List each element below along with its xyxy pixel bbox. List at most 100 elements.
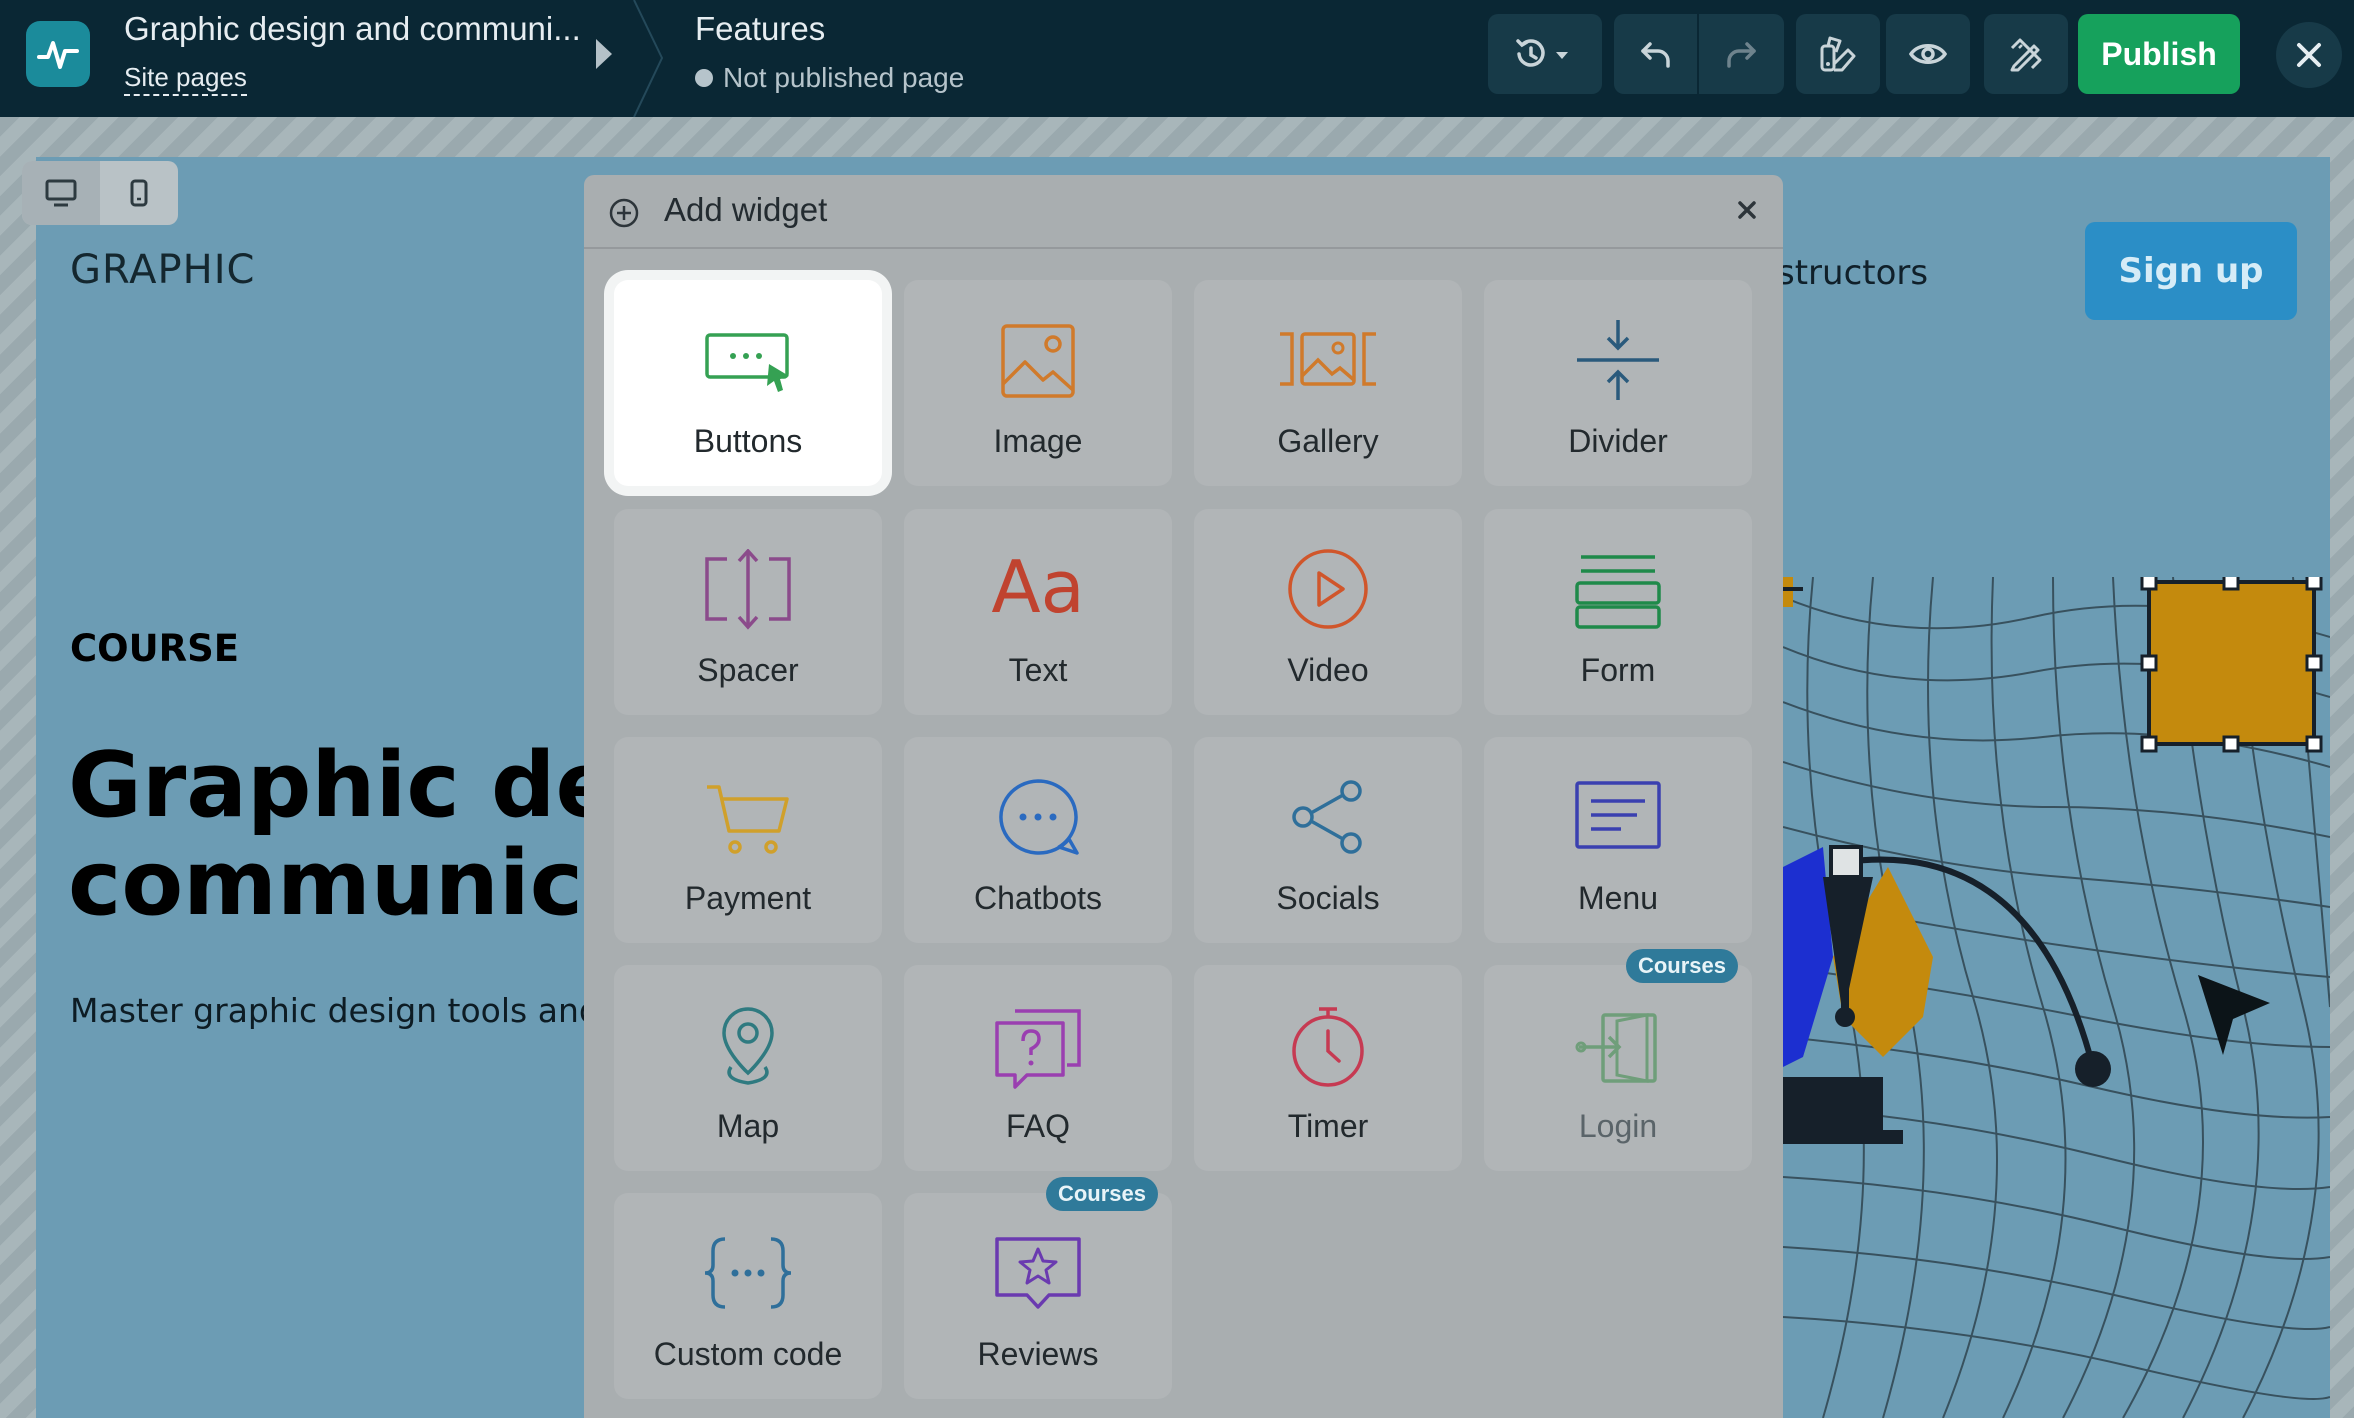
eye-icon <box>1908 44 1948 64</box>
close-panel-icon[interactable] <box>1732 195 1762 225</box>
video-icon <box>1288 549 1368 629</box>
widget-timer[interactable]: Timer <box>1194 965 1462 1171</box>
widget-video[interactable]: Video <box>1194 509 1462 715</box>
add-widget-panel: Add widget Buttons Image Gallery Divider… <box>584 175 1783 1418</box>
selected-square-illustration <box>2140 577 2323 753</box>
widget-payment[interactable]: Payment <box>614 737 882 943</box>
widget-label: Divider <box>1568 423 1668 459</box>
widget-label: Login <box>1578 1108 1658 1144</box>
menu-icon <box>1575 781 1661 849</box>
palette-icon <box>1820 36 1856 72</box>
widget-image[interactable]: Image <box>904 280 1172 486</box>
undo-button[interactable] <box>1615 14 1699 94</box>
widget-label: Chatbots <box>973 880 1103 916</box>
top-bar: Graphic design and communi... Site pages… <box>0 0 2354 117</box>
panel-title: Add widget <box>664 191 828 228</box>
widget-label: Custom code <box>653 1336 843 1372</box>
chat-icon <box>999 779 1079 855</box>
site-pages-link[interactable]: Site pages <box>124 62 247 96</box>
close-icon <box>2297 43 2321 67</box>
stopwatch-icon <box>1292 1007 1364 1087</box>
widget-gallery[interactable]: Gallery <box>1194 280 1462 486</box>
app-logo-icon[interactable] <box>26 21 90 87</box>
widget-label: Socials <box>1276 880 1380 916</box>
page-title: Features <box>695 10 826 47</box>
publish-button[interactable]: Publish <box>2078 14 2240 94</box>
signup-button[interactable]: Sign up <box>2085 222 2297 320</box>
page-status: Not published page <box>695 62 964 94</box>
gallery-icon <box>1280 332 1376 386</box>
cart-icon <box>707 785 789 854</box>
status-dot-icon <box>695 69 713 87</box>
widget-map[interactable]: Map <box>614 965 882 1171</box>
preview-button[interactable] <box>1886 14 1970 94</box>
widget-label: Form <box>1580 652 1656 688</box>
undo-icon <box>1641 42 1670 68</box>
undo-redo-group <box>1614 14 1784 94</box>
panel-header: Add widget <box>584 175 1783 249</box>
page-status-text: Not published page <box>723 62 965 93</box>
widget-custom-code[interactable]: Custom code <box>614 1193 882 1399</box>
add-circle-icon <box>609 198 639 228</box>
widget-socials[interactable]: Socials <box>1194 737 1462 943</box>
widget-divider[interactable]: Divider <box>1484 280 1752 486</box>
widget-label: Reviews <box>977 1336 1099 1372</box>
widget-spacer[interactable]: Spacer <box>614 509 882 715</box>
widget-login[interactable]: Courses Login <box>1484 949 1752 1171</box>
form-icon <box>1575 555 1661 629</box>
courses-badge: Courses <box>1625 949 1738 983</box>
widget-form[interactable]: Form <box>1484 509 1752 715</box>
nav-link-instructors[interactable]: structors <box>1777 253 1928 293</box>
code-braces-icon <box>704 1237 792 1309</box>
desktop-icon <box>45 179 77 207</box>
courses-badge: Courses <box>1045 1177 1158 1211</box>
widget-label: Map <box>716 1108 780 1144</box>
design-tools-button[interactable] <box>1984 14 2068 94</box>
hero-title-line-1: Graphic de <box>68 733 617 838</box>
site-title: Graphic design and communi... <box>124 10 581 47</box>
widget-reviews[interactable]: Courses Reviews <box>904 1177 1172 1399</box>
redo-icon <box>1727 42 1756 68</box>
review-star-icon <box>995 1237 1081 1309</box>
history-icon <box>1516 39 1568 67</box>
hero-title: Graphic de communic <box>68 737 616 933</box>
expand-arrow-icon[interactable] <box>596 39 612 69</box>
pencil-ruler-icon <box>2010 38 2042 72</box>
widget-label: Gallery <box>1277 423 1379 459</box>
widget-label: FAQ <box>1005 1108 1070 1144</box>
share-icon <box>1292 780 1362 854</box>
pen-tool-illustration <box>1783 577 2111 1144</box>
text-icon: Aa <box>991 545 1085 629</box>
close-editor-button[interactable] <box>2276 22 2342 88</box>
widget-buttons[interactable]: Buttons <box>614 280 882 486</box>
login-icon <box>1575 1013 1657 1083</box>
map-pin-icon <box>722 1007 774 1085</box>
mobile-view-button[interactable] <box>100 161 178 225</box>
widget-chatbots[interactable]: Chatbots <box>904 737 1172 943</box>
widget-label: Spacer <box>697 652 799 688</box>
widget-menu[interactable]: Menu <box>1484 737 1752 943</box>
desktop-view-button[interactable] <box>22 161 100 225</box>
hero-title-line-2: communic <box>68 831 584 936</box>
site-brand[interactable]: GRAPHIC <box>70 247 255 293</box>
styles-button[interactable] <box>1796 14 1880 94</box>
widget-text[interactable]: Aa Text <box>904 509 1172 715</box>
widget-label: Buttons <box>693 423 803 459</box>
history-button[interactable] <box>1488 14 1602 94</box>
divider-icon <box>1577 320 1659 400</box>
redo-button[interactable] <box>1699 14 1783 94</box>
hero-illustration <box>1783 577 2330 1418</box>
widget-faq[interactable]: FAQ <box>904 965 1172 1171</box>
spacer-icon <box>705 549 791 630</box>
widget-label: Timer <box>1287 1108 1369 1144</box>
widget-label: Menu <box>1577 880 1659 916</box>
image-icon <box>1001 324 1075 398</box>
faq-icon <box>995 1009 1081 1089</box>
buttons-icon <box>705 333 789 392</box>
widget-label: Image <box>993 423 1083 459</box>
hero-eyebrow: COURSE <box>70 627 240 670</box>
breadcrumb-separator <box>633 0 664 117</box>
hero-subtitle: Master graphic design tools and <box>70 991 600 1030</box>
mobile-icon <box>130 179 148 207</box>
widget-label: Video <box>1287 652 1369 688</box>
